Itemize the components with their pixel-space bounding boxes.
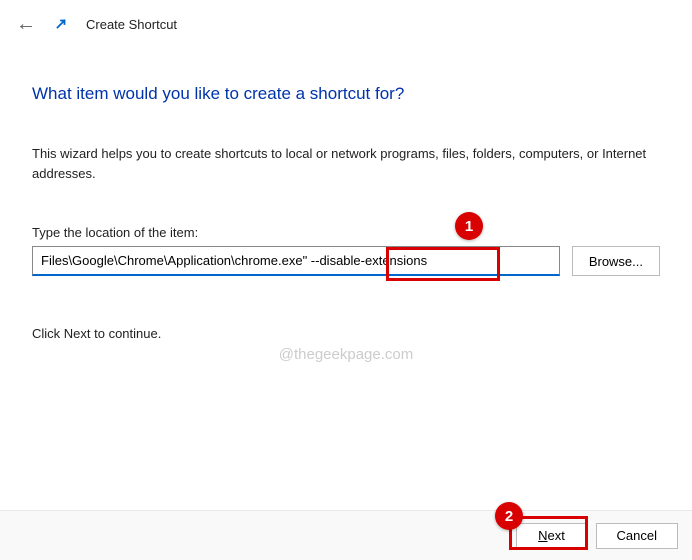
location-label: Type the location of the item:	[32, 225, 660, 240]
wizard-content: What item would you like to create a sho…	[0, 42, 692, 341]
window-title: Create Shortcut	[86, 17, 177, 32]
next-button[interactable]: Next	[516, 523, 588, 549]
browse-button[interactable]: Browse...	[572, 246, 660, 276]
wizard-header: ← Create Shortcut	[0, 0, 692, 42]
page-heading: What item would you like to create a sho…	[32, 84, 660, 104]
watermark-text: @thegeekpage.com	[279, 346, 413, 363]
wizard-footer: Next Cancel	[0, 510, 692, 560]
location-input[interactable]	[32, 246, 560, 276]
continue-hint: Click Next to continue.	[32, 326, 660, 341]
wizard-description: This wizard helps you to create shortcut…	[32, 144, 660, 183]
back-arrow-icon[interactable]: ←	[16, 14, 36, 34]
shortcut-icon	[54, 17, 68, 31]
location-input-row: Browse...	[32, 246, 660, 276]
cancel-button[interactable]: Cancel	[596, 523, 678, 549]
